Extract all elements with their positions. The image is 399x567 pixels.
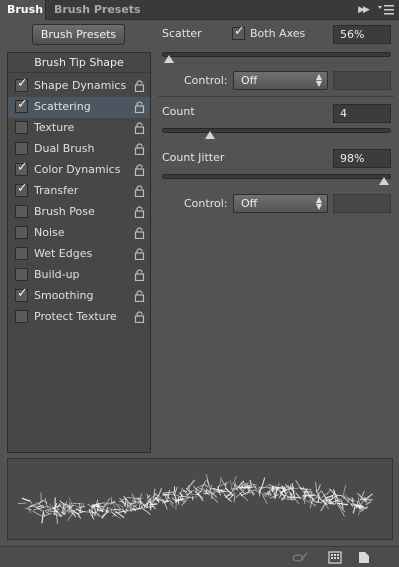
collapse-panel-icon[interactable]: ▶▶ (356, 3, 370, 17)
lock-icon[interactable] (134, 80, 145, 93)
option-label: Smoothing (34, 289, 94, 302)
option-checkbox[interactable] (15, 268, 28, 281)
panel-tab-bar: Brush Brush Presets ▶▶ (0, 0, 399, 20)
brush-presets-button[interactable]: Brush Presets (32, 24, 125, 45)
checkmark-icon: ✓ (17, 76, 28, 91)
count-jitter-value-field[interactable]: 98% (333, 149, 391, 168)
lock-icon[interactable] (134, 164, 145, 177)
both-axes-label: Both Axes (250, 27, 306, 40)
scatter-control-select[interactable]: Off ▲ ▼ (233, 71, 328, 90)
option-checkbox[interactable] (15, 142, 28, 155)
option-label: Wet Edges (34, 247, 93, 260)
tab-brush[interactable]: Brush (0, 0, 46, 20)
lock-icon[interactable] (134, 206, 145, 219)
option-label: Texture (34, 121, 75, 134)
option-row-build-up[interactable]: Build-up (8, 265, 150, 286)
option-label: Shape Dynamics (34, 79, 127, 92)
option-checkbox[interactable] (15, 247, 28, 260)
scatter-control-label: Control: (184, 74, 228, 87)
option-checkbox[interactable] (15, 310, 28, 323)
option-label: Noise (34, 226, 65, 239)
option-row-wet-edges[interactable]: Wet Edges (8, 244, 150, 265)
scatter-control-value: Off (241, 74, 258, 87)
option-label: Dual Brush (34, 142, 95, 155)
option-label: Color Dynamics (34, 163, 121, 176)
scatter-slider-thumb[interactable] (164, 55, 175, 63)
panel-bottom-bar (0, 546, 399, 567)
lock-icon[interactable] (134, 185, 145, 198)
option-row-noise[interactable]: Noise (8, 223, 150, 244)
option-checkbox[interactable] (15, 121, 28, 134)
lock-icon[interactable] (134, 248, 145, 261)
option-label: Build-up (34, 268, 80, 281)
brush-stroke-preview (7, 458, 393, 540)
lock-icon[interactable] (134, 227, 145, 240)
scatter-control-extra-field (333, 71, 391, 90)
create-new-brush-icon[interactable] (357, 551, 371, 564)
lock-icon[interactable] (134, 311, 145, 324)
select-arrows-icon: ▲ ▼ (315, 195, 322, 211)
count-slider-track[interactable] (162, 128, 391, 133)
brush-options-list: Brush Tip Shape ✓ Shape Dynamics ✓ Scatteri… (7, 52, 151, 453)
option-label: Protect Texture (34, 310, 117, 323)
option-row-color-dynamics[interactable]: ✓ Color Dynamics (8, 160, 150, 181)
option-row-brush-pose[interactable]: Brush Pose (8, 202, 150, 223)
option-row-protect-texture[interactable]: Protect Texture (8, 307, 150, 328)
scatter-value-field[interactable]: 56% (333, 25, 391, 44)
checkmark-icon: ✓ (17, 160, 28, 175)
checkmark-icon: ✓ (17, 97, 28, 112)
count-jitter-control-extra-field (333, 194, 391, 213)
checkmark-icon: ✓ (17, 181, 28, 196)
section-divider (158, 96, 394, 97)
brush-grid-icon[interactable] (328, 551, 342, 564)
scatter-label: Scatter (162, 27, 202, 40)
option-checkbox[interactable]: ✓ (15, 286, 28, 302)
option-label: Brush Pose (34, 205, 95, 218)
option-checkbox[interactable]: ✓ (15, 97, 28, 113)
panel-menu-icon[interactable] (377, 3, 395, 17)
option-checkbox[interactable]: ✓ (15, 181, 28, 197)
option-row-scattering[interactable]: ✓ Scattering (8, 97, 150, 118)
option-row-smoothing[interactable]: ✓ Smoothing (8, 286, 150, 307)
option-row-transfer[interactable]: ✓ Transfer (8, 181, 150, 202)
tab-brush-presets[interactable]: Brush Presets (47, 0, 148, 20)
count-slider-thumb[interactable] (204, 131, 215, 139)
lock-icon[interactable] (134, 143, 145, 156)
both-axes-checkbox[interactable]: ✓ (232, 24, 245, 40)
option-row-shape-dynamics[interactable]: ✓ Shape Dynamics (8, 76, 150, 97)
count-jitter-control-select[interactable]: Off ▲ ▼ (233, 194, 328, 213)
count-jitter-control-label: Control: (184, 197, 228, 210)
count-jitter-slider-track[interactable] (162, 174, 391, 179)
option-label: Scattering (34, 100, 91, 113)
lock-icon[interactable] (134, 101, 145, 114)
option-checkbox[interactable] (15, 226, 28, 239)
option-row-texture[interactable]: Texture (8, 118, 150, 139)
checkmark-icon: ✓ (17, 286, 28, 301)
count-jitter-slider-thumb[interactable] (378, 177, 389, 185)
brush-tip-shape-item[interactable]: Brush Tip Shape (8, 53, 150, 73)
option-checkbox[interactable]: ✓ (15, 76, 28, 92)
scatter-slider-track[interactable] (162, 52, 391, 57)
option-label: Transfer (34, 184, 79, 197)
lock-icon[interactable] (134, 122, 145, 135)
count-label: Count (162, 105, 195, 118)
select-arrows-icon: ▲ ▼ (315, 72, 322, 88)
lock-icon[interactable] (134, 269, 145, 282)
toggle-live-tip-preview-icon[interactable] (292, 551, 308, 564)
count-jitter-control-value: Off (241, 197, 258, 210)
brush-stroke-image (17, 474, 374, 524)
option-checkbox[interactable]: ✓ (15, 160, 28, 176)
option-row-dual-brush[interactable]: Dual Brush (8, 139, 150, 160)
lock-icon[interactable] (134, 290, 145, 303)
count-value-field[interactable]: 4 (333, 104, 391, 123)
option-checkbox[interactable] (15, 205, 28, 218)
count-jitter-label: Count Jitter (162, 151, 225, 164)
